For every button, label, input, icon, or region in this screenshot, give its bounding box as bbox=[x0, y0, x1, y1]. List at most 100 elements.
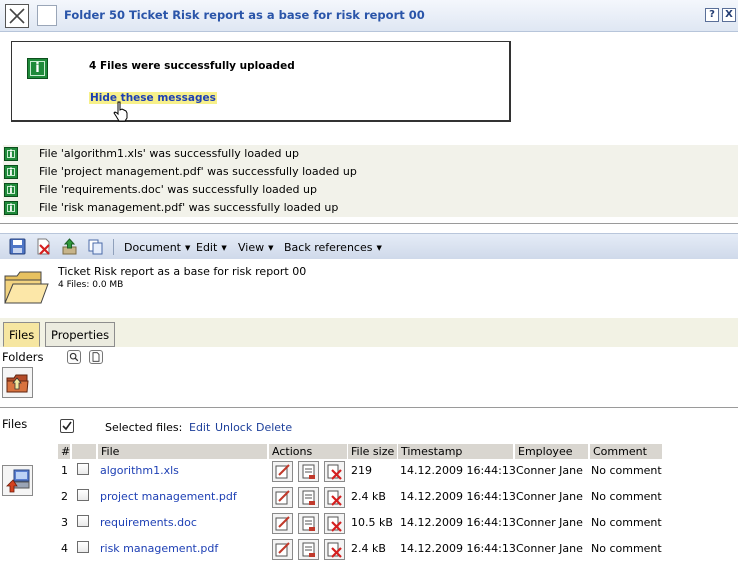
row-number: 4 bbox=[61, 542, 68, 555]
column-header-comment[interactable]: Comment bbox=[590, 444, 662, 459]
delete-file-button[interactable] bbox=[324, 487, 345, 508]
row-number: 1 bbox=[61, 464, 68, 477]
close-window-button[interactable] bbox=[5, 4, 29, 28]
file-name-link[interactable]: algorithm1.xls bbox=[100, 464, 179, 477]
column-header-file-size[interactable]: File size bbox=[348, 444, 397, 459]
document-details-icon bbox=[302, 464, 315, 479]
document-details-icon bbox=[302, 516, 315, 531]
menu-back-references[interactable]: Back references ▼ bbox=[284, 241, 382, 254]
file-comment: No comment bbox=[591, 490, 662, 503]
help-button[interactable]: ? bbox=[705, 8, 719, 22]
new-document-icon[interactable] bbox=[89, 350, 103, 364]
edit-icon bbox=[275, 490, 290, 505]
delete-icon[interactable] bbox=[35, 238, 52, 255]
ticket-title: Ticket Risk report as a base for risk re… bbox=[58, 265, 307, 278]
file-details-button[interactable] bbox=[298, 461, 319, 482]
tab-properties[interactable]: Properties bbox=[45, 322, 116, 347]
file-size: 2.4 kB bbox=[351, 542, 386, 555]
delete-icon bbox=[327, 516, 342, 532]
info-icon: i bbox=[4, 201, 18, 215]
file-employee: Conner Jane bbox=[516, 464, 583, 477]
edit-file-button[interactable] bbox=[272, 487, 293, 508]
file-comment: No comment bbox=[591, 542, 662, 555]
edit-file-button[interactable] bbox=[272, 539, 293, 560]
menu-view[interactable]: View ▼ bbox=[238, 241, 274, 254]
file-details-button[interactable] bbox=[298, 487, 319, 508]
upload-message-row: i File 'algorithm1.xls' was successfully… bbox=[3, 145, 738, 163]
edit-file-button[interactable] bbox=[272, 461, 293, 482]
upload-message-text: File 'algorithm1.xls' was successfully l… bbox=[39, 147, 299, 160]
edit-icon bbox=[275, 542, 290, 557]
divider bbox=[0, 223, 738, 224]
row-checkbox[interactable] bbox=[77, 515, 89, 527]
menu-edit[interactable]: Edit ▼ bbox=[196, 241, 227, 254]
selected-files-label: Selected files: bbox=[105, 421, 183, 434]
info-icon: i bbox=[4, 147, 18, 161]
row-checkbox[interactable] bbox=[77, 463, 89, 475]
document-details-icon bbox=[302, 542, 315, 557]
upload-files-icon bbox=[6, 469, 30, 493]
delete-icon bbox=[327, 542, 342, 558]
file-details-button[interactable] bbox=[298, 539, 319, 560]
file-name-link[interactable]: project management.pdf bbox=[100, 490, 237, 503]
upload-message-row: i File 'project management.pdf' was succ… bbox=[3, 163, 738, 181]
file-size: 10.5 kB bbox=[351, 516, 393, 529]
window-icon-placeholder bbox=[37, 5, 57, 26]
file-employee: Conner Jane bbox=[516, 490, 583, 503]
upload-message-row: i File 'risk management.pdf' was success… bbox=[3, 199, 738, 217]
file-name-link[interactable]: risk management.pdf bbox=[100, 542, 218, 555]
file-employee: Conner Jane bbox=[516, 542, 583, 555]
window-title: Folder 50 Ticket Risk report as a base f… bbox=[64, 8, 425, 22]
selected-edit-link[interactable]: Edit bbox=[189, 421, 210, 434]
edit-file-button[interactable] bbox=[272, 513, 293, 534]
edit-icon bbox=[275, 464, 290, 479]
delete-file-button[interactable] bbox=[324, 539, 345, 560]
document-details-icon bbox=[302, 490, 315, 505]
row-checkbox[interactable] bbox=[77, 489, 89, 501]
upload-message-text: File 'requirements.doc' was successfully… bbox=[39, 183, 317, 196]
selected-delete-link[interactable]: Delete bbox=[256, 421, 292, 434]
toolbar-separator bbox=[113, 239, 114, 255]
save-icon[interactable] bbox=[9, 238, 26, 255]
menu-document[interactable]: Document ▼ bbox=[124, 241, 190, 254]
file-timestamp: 14.12.2009 16:44:13 bbox=[400, 516, 516, 529]
tab-files[interactable]: Files bbox=[3, 322, 41, 347]
hand-cursor-icon bbox=[113, 101, 128, 122]
row-checkbox[interactable] bbox=[77, 541, 89, 553]
select-all-checkbox[interactable] bbox=[60, 419, 74, 433]
upload-icon[interactable] bbox=[61, 238, 78, 255]
search-icon[interactable] bbox=[67, 350, 81, 364]
column-header-select bbox=[72, 444, 96, 459]
column-header-timestamp[interactable]: Timestamp bbox=[398, 444, 513, 459]
row-number: 2 bbox=[61, 490, 68, 503]
toolbar: Document ▼ Edit ▼ View ▼ Back references ▼ bbox=[0, 233, 738, 259]
message-text: 4 Files were successfully uploaded bbox=[89, 60, 295, 72]
hide-messages-link[interactable]: Hide these messages bbox=[89, 92, 217, 104]
file-comment: No comment bbox=[591, 464, 662, 477]
ticket-summary: 4 Files: 0.0 MB bbox=[58, 280, 124, 290]
folders-label: Folders bbox=[2, 350, 44, 364]
column-header-number: # bbox=[58, 444, 70, 459]
delete-file-button[interactable] bbox=[324, 513, 345, 534]
info-icon: i bbox=[4, 183, 18, 197]
file-name-link[interactable]: requirements.doc bbox=[100, 516, 197, 529]
file-details-button[interactable] bbox=[298, 513, 319, 534]
column-header-file[interactable]: File bbox=[98, 444, 267, 459]
upload-message-text: File 'risk management.pdf' was successfu… bbox=[39, 201, 339, 214]
file-comment: No comment bbox=[591, 516, 662, 529]
close-button[interactable]: X bbox=[722, 8, 736, 22]
checkmark-icon bbox=[62, 421, 72, 431]
file-timestamp: 14.12.2009 16:44:13 bbox=[400, 490, 516, 503]
folder-icon bbox=[4, 271, 49, 304]
close-icon bbox=[9, 8, 25, 24]
column-header-employee[interactable]: Employee bbox=[515, 444, 588, 459]
parent-folder-button[interactable] bbox=[2, 367, 33, 398]
upload-message-row: i File 'requirements.doc' was successful… bbox=[3, 181, 738, 199]
delete-file-button[interactable] bbox=[324, 461, 345, 482]
divider bbox=[0, 407, 738, 408]
copy-icon[interactable] bbox=[87, 238, 104, 255]
folder-up-icon bbox=[6, 374, 29, 393]
selected-unlock-link[interactable]: Unlock bbox=[215, 421, 252, 434]
info-icon: i bbox=[4, 165, 18, 179]
upload-files-button[interactable] bbox=[2, 465, 33, 496]
